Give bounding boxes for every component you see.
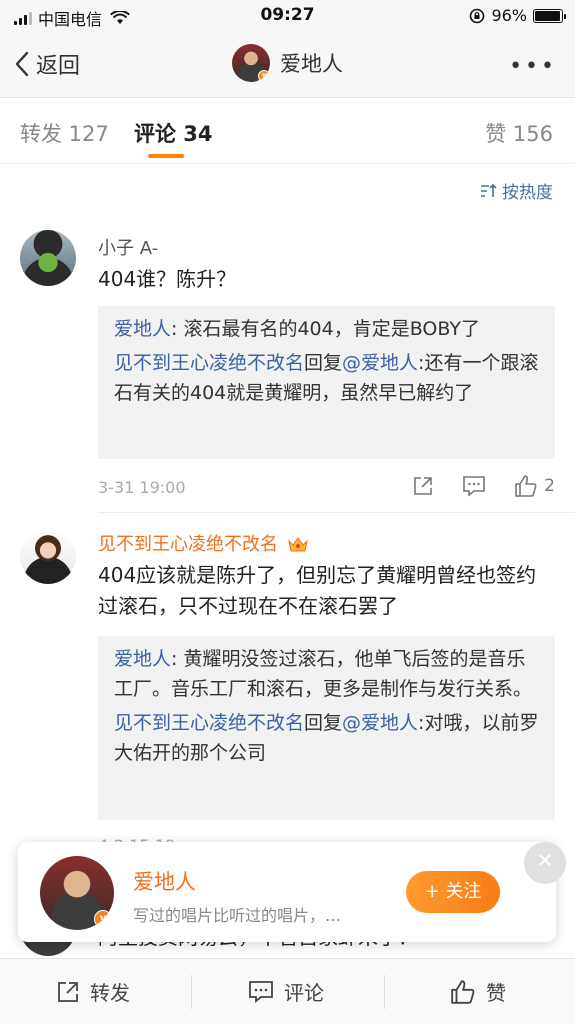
tab-repost[interactable]: 转发 127	[20, 118, 109, 148]
reply-box[interactable]: 爱地人: 滚石最有名的404，肯定是BOBY了 见不到王心凌绝不改名回复@爱地人…	[98, 306, 555, 459]
orientation-lock-icon	[470, 8, 485, 23]
reply-author[interactable]: 见不到王心凌绝不改名	[114, 712, 304, 734]
reply-text: 滚石最有名的404，肯定是BOBY了	[183, 318, 480, 340]
status-bar: 中国电信 09:27 96%	[0, 0, 575, 30]
comment-text: 404谁？陈升？	[98, 267, 237, 291]
card-avatar[interactable]: v	[40, 856, 114, 930]
card-subtitle: 写过的唱片比听过的唱片，…	[133, 906, 342, 925]
active-tab-indicator	[148, 154, 184, 158]
tab-like[interactable]: 赞 156	[485, 118, 553, 148]
reply-box[interactable]: 爱地人: 黄耀明没签过滚石，他单飞后签的是音乐工厂。音乐工厂和滚石，更多是制作与…	[98, 636, 555, 820]
reply-mention[interactable]: @爱地人	[342, 712, 418, 734]
comment-icon	[249, 980, 273, 1003]
nav-author[interactable]: v 爱地人	[0, 44, 575, 82]
bottom-action-bar: 转发 评论 赞	[0, 958, 575, 1024]
comment-divider	[98, 512, 575, 513]
comment-item: 小子 A- 404谁？陈升？ 爱地人: 滚石最有名的404，肯定是BOBY了 见…	[0, 226, 575, 516]
more-options-button[interactable]: •••	[509, 54, 557, 79]
reply-author[interactable]: 爱地人	[114, 318, 171, 340]
tab-bar: 转发 127 评论 34 赞 156	[0, 98, 575, 164]
share-button[interactable]	[412, 475, 434, 497]
bottom-like-button[interactable]: 赞	[450, 977, 506, 1006]
bottom-repost-button[interactable]: 转发	[56, 977, 130, 1006]
sort-by-hot-button[interactable]: 按热度	[480, 178, 553, 203]
bottom-comment-button[interactable]: 评论	[248, 977, 324, 1006]
battery-percent: 96%	[491, 6, 527, 25]
comment-time: 3-31 19:00	[98, 478, 186, 497]
battery-icon	[533, 8, 566, 23]
nav-title: 爱地人	[280, 52, 343, 76]
like-button[interactable]: 2	[514, 474, 555, 498]
reply-item: 见不到王心凌绝不改名回复@爱地人:对哦，以前罗大佑开的那个公司	[114, 712, 539, 764]
commenter-avatar[interactable]	[20, 528, 76, 584]
share-icon	[414, 477, 432, 495]
commenter-name[interactable]: 小子 A-	[98, 234, 158, 260]
reply-item: 爱地人: 黄耀明没签过滚石，他单飞后签的是音乐工厂。音乐工厂和滚石，更多是制作与…	[114, 648, 533, 700]
vip-crown-icon	[287, 537, 308, 552]
status-right: 96%	[469, 6, 566, 25]
tab-comment[interactable]: 评论 34	[134, 118, 213, 148]
comment-icon	[463, 476, 485, 497]
nav-bar: 返回 v 爱地人 •••	[0, 30, 575, 98]
bottom-comment-label: 评论	[284, 981, 324, 1005]
reply-item: 见不到王心凌绝不改名回复@爱地人:还有一个跟滚石有关的404就是黄耀明，虽然早已…	[114, 352, 539, 404]
follow-card[interactable]: v 爱地人 写过的唱片比听过的唱片，… + 关注	[18, 842, 566, 942]
author-avatar: v	[232, 44, 270, 82]
sort-icon	[481, 183, 497, 197]
thumbs-up-icon	[451, 979, 475, 1004]
reply-button[interactable]	[462, 475, 486, 497]
comment-item: 见不到王心凌绝不改名 404应该就是陈升了，但别忘了黄耀明曾经也签约过滚石，只不…	[0, 524, 575, 855]
sort-label: 按热度	[502, 183, 553, 203]
thumbs-up-icon	[515, 475, 537, 497]
like-count: 2	[544, 476, 555, 496]
reply-author[interactable]: 爱地人	[114, 648, 171, 670]
bottom-like-label: 赞	[486, 981, 506, 1005]
commenter-name[interactable]: 见不到王心凌绝不改名	[98, 530, 308, 556]
bottom-divider	[384, 975, 385, 1009]
close-card-button[interactable]	[524, 842, 566, 884]
bottom-divider	[191, 975, 192, 1009]
comment-actions: 2	[412, 474, 555, 498]
reply-mention[interactable]: @爱地人	[342, 352, 418, 374]
verified-badge-icon: v	[94, 910, 112, 928]
reply-author[interactable]: 见不到王心凌绝不改名	[114, 352, 304, 374]
comment-text: 404应该就是陈升了，但别忘了黄耀明曾经也签约过滚石，只不过现在不在滚石罢了	[98, 563, 537, 618]
verified-badge-icon: v	[258, 70, 270, 82]
reply-item: 爱地人: 滚石最有名的404，肯定是BOBY了	[114, 318, 480, 340]
follow-button[interactable]: + 关注	[406, 871, 500, 913]
bottom-repost-label: 转发	[90, 981, 130, 1005]
card-name[interactable]: 爱地人	[133, 866, 196, 896]
share-icon	[58, 981, 78, 1002]
close-icon	[539, 854, 551, 866]
commenter-avatar[interactable]	[20, 230, 76, 286]
